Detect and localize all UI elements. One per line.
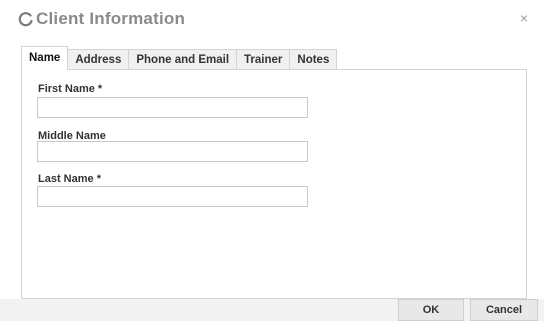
tab-phone-and-email[interactable]: Phone and Email xyxy=(128,49,238,70)
tab-address[interactable]: Address xyxy=(67,49,130,70)
middle-name-field[interactable] xyxy=(37,141,308,162)
dialog-footer: OK Cancel xyxy=(0,299,544,321)
first-name-field[interactable] xyxy=(37,97,308,118)
last-name-label: Last Name * xyxy=(38,173,101,185)
title-bar: Client Information × xyxy=(0,0,544,38)
tab-name[interactable]: Name xyxy=(21,46,69,70)
tab-strip: Name Address Phone and Email Trainer Not… xyxy=(21,46,338,70)
refresh-icon xyxy=(18,11,34,27)
close-icon[interactable]: × xyxy=(516,10,532,26)
name-tab-panel: First Name * Middle Name Last Name * xyxy=(21,69,527,299)
first-name-label: First Name * xyxy=(38,83,103,95)
client-information-dialog: Client Information × Name Address Phone … xyxy=(0,0,544,321)
ok-button[interactable]: OK xyxy=(398,299,464,321)
tab-notes[interactable]: Notes xyxy=(289,49,338,70)
window-title: Client Information xyxy=(36,9,186,28)
last-name-field[interactable] xyxy=(37,186,308,207)
cancel-button[interactable]: Cancel xyxy=(470,299,538,321)
tab-trainer[interactable]: Trainer xyxy=(236,49,291,70)
